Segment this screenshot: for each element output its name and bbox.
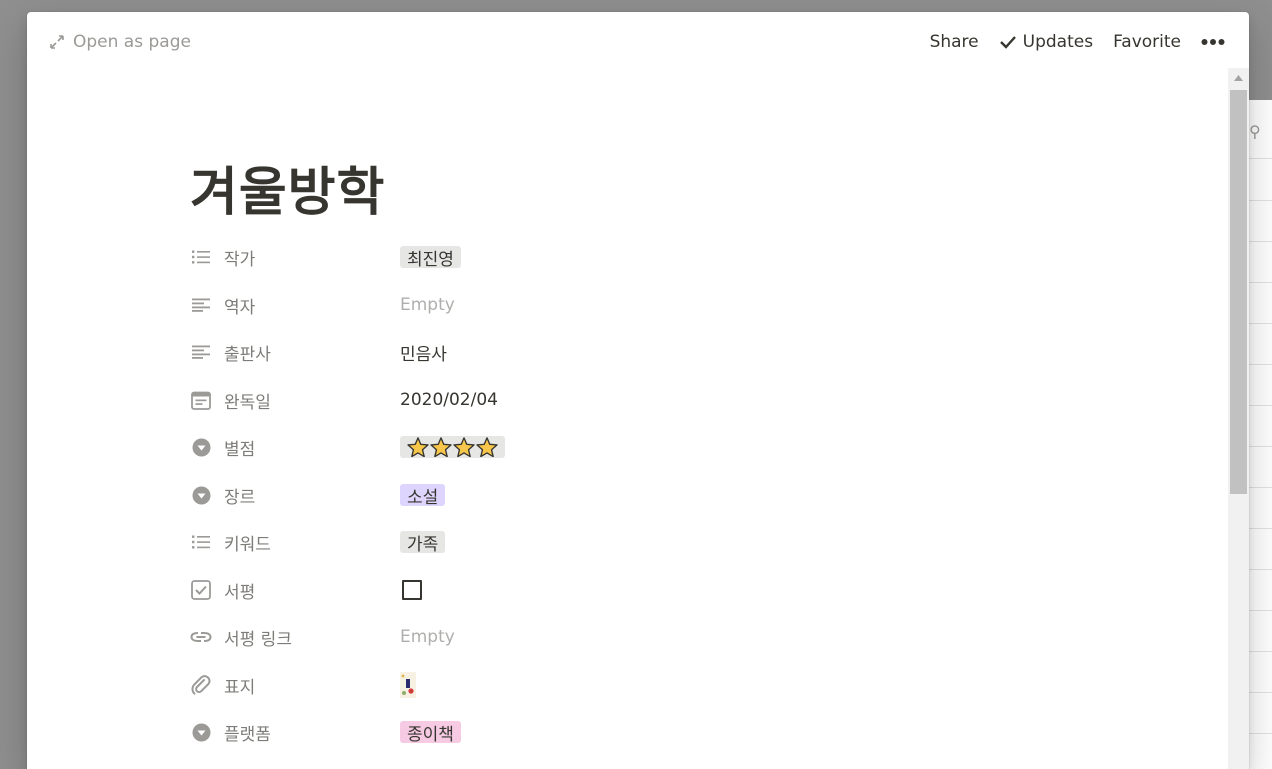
- property-label: 작가: [224, 249, 256, 270]
- property-name[interactable]: 역자: [190, 288, 390, 322]
- select-icon: [190, 721, 212, 743]
- list-icon: [190, 246, 212, 268]
- property-row-translator[interactable]: 역자 Empty: [190, 288, 1090, 322]
- attachment-icon: [190, 674, 212, 696]
- share-label: Share: [929, 32, 979, 52]
- more-options-button[interactable]: [1201, 38, 1225, 46]
- star-icon: [407, 437, 429, 457]
- property-value-empty[interactable]: Empty: [400, 288, 455, 322]
- cover-image-thumbnail[interactable]: [400, 672, 416, 698]
- background-search-icon: ⚲: [1249, 122, 1261, 141]
- favorite-button[interactable]: Favorite: [1113, 32, 1181, 52]
- property-label: 별점: [224, 439, 256, 460]
- property-value[interactable]: 종이책: [400, 715, 461, 749]
- checkbox-icon: [190, 579, 212, 601]
- open-as-page-label: Open as page: [73, 32, 191, 52]
- property-name[interactable]: 키워드: [190, 525, 390, 559]
- property-label: 완독일: [224, 392, 271, 413]
- share-button[interactable]: Share: [930, 32, 979, 52]
- property-label: 장르: [224, 487, 256, 508]
- property-row-genre[interactable]: 장르 소설: [190, 478, 1090, 512]
- favorite-label: Favorite: [1113, 32, 1181, 52]
- property-label: 서평: [224, 582, 256, 603]
- updates-label: Updates: [1022, 32, 1094, 52]
- property-name[interactable]: 장르: [190, 478, 390, 512]
- scrollbar-thumb[interactable]: [1230, 90, 1247, 494]
- more-horizontal-icon: [1201, 39, 1225, 45]
- property-name[interactable]: 표지: [190, 668, 390, 702]
- page-title[interactable]: 겨울방학: [190, 150, 385, 225]
- property-row-keyword[interactable]: 키워드 가족: [190, 525, 1090, 559]
- star-icon: [476, 437, 498, 457]
- modal-topbar: Open as page Share Updates Favorite: [27, 12, 1249, 70]
- property-row-platform[interactable]: 플랫폼 종이책: [190, 715, 1090, 749]
- property-name[interactable]: 플랫폼: [190, 715, 390, 749]
- property-value[interactable]: [400, 668, 416, 702]
- property-value[interactable]: [400, 430, 505, 464]
- property-row-review-link[interactable]: 서평 링크 Empty: [190, 620, 1090, 654]
- checkmark-icon: [999, 36, 1016, 49]
- updates-button[interactable]: Updates: [999, 32, 1093, 52]
- scroll-up-arrow[interactable]: [1228, 68, 1249, 88]
- topbar-actions: Share Updates Favorite: [930, 29, 1225, 55]
- author-tag: 최진영: [400, 246, 461, 270]
- select-icon: [190, 436, 212, 458]
- star-icon: [430, 437, 452, 457]
- text-icon: [190, 294, 212, 316]
- property-row-cover[interactable]: 표지: [190, 668, 1090, 702]
- property-value[interactable]: 민음사: [400, 335, 447, 369]
- property-label: 출판사: [224, 344, 271, 365]
- link-icon: [190, 626, 212, 648]
- property-row-finished-date[interactable]: 완독일 2020/02/04: [190, 383, 1090, 417]
- open-as-page-button[interactable]: Open as page: [49, 30, 191, 54]
- property-label: 키워드: [224, 534, 271, 555]
- property-name[interactable]: 완독일: [190, 383, 390, 417]
- triangle-up-icon: [1234, 75, 1243, 81]
- list-icon: [190, 531, 212, 553]
- property-name[interactable]: 작가: [190, 240, 390, 274]
- rating-tag: [400, 436, 505, 458]
- property-row-publisher[interactable]: 출판사 민음사: [190, 335, 1090, 369]
- expand-icon: [50, 35, 64, 49]
- star-icon: [453, 437, 475, 457]
- property-value[interactable]: 2020/02/04: [400, 383, 498, 417]
- platform-tag: 종이책: [400, 721, 461, 745]
- calendar-icon: [190, 389, 212, 411]
- property-value[interactable]: 최진영: [400, 240, 461, 274]
- vertical-scrollbar[interactable]: [1228, 68, 1249, 769]
- property-value[interactable]: 가족: [400, 525, 446, 559]
- page-peek-modal: Open as page Share Updates Favorite 겨울방학…: [27, 12, 1249, 769]
- property-value[interactable]: [400, 573, 422, 607]
- property-name[interactable]: 별점: [190, 430, 390, 464]
- genre-tag: 소설: [400, 484, 446, 508]
- property-row-rating[interactable]: 별점: [190, 430, 1090, 464]
- property-name[interactable]: 서평 링크: [190, 620, 390, 654]
- property-name[interactable]: 서평: [190, 573, 390, 607]
- text-icon: [190, 341, 212, 363]
- property-name[interactable]: 출판사: [190, 335, 390, 369]
- review-checkbox[interactable]: [402, 580, 422, 600]
- property-value[interactable]: 소설: [400, 478, 446, 512]
- select-icon: [190, 484, 212, 506]
- property-label: 표지: [224, 677, 256, 698]
- property-label: 역자: [224, 297, 256, 318]
- property-value-empty[interactable]: Empty: [400, 620, 455, 654]
- property-label: 플랫폼: [224, 724, 271, 745]
- property-row-review[interactable]: 서평: [190, 573, 1090, 607]
- property-row-author[interactable]: 작가 최진영: [190, 240, 1090, 274]
- keyword-tag: 가족: [400, 531, 446, 555]
- background-database-edge: ⚲: [1249, 100, 1272, 769]
- property-label: 서평 링크: [224, 629, 292, 650]
